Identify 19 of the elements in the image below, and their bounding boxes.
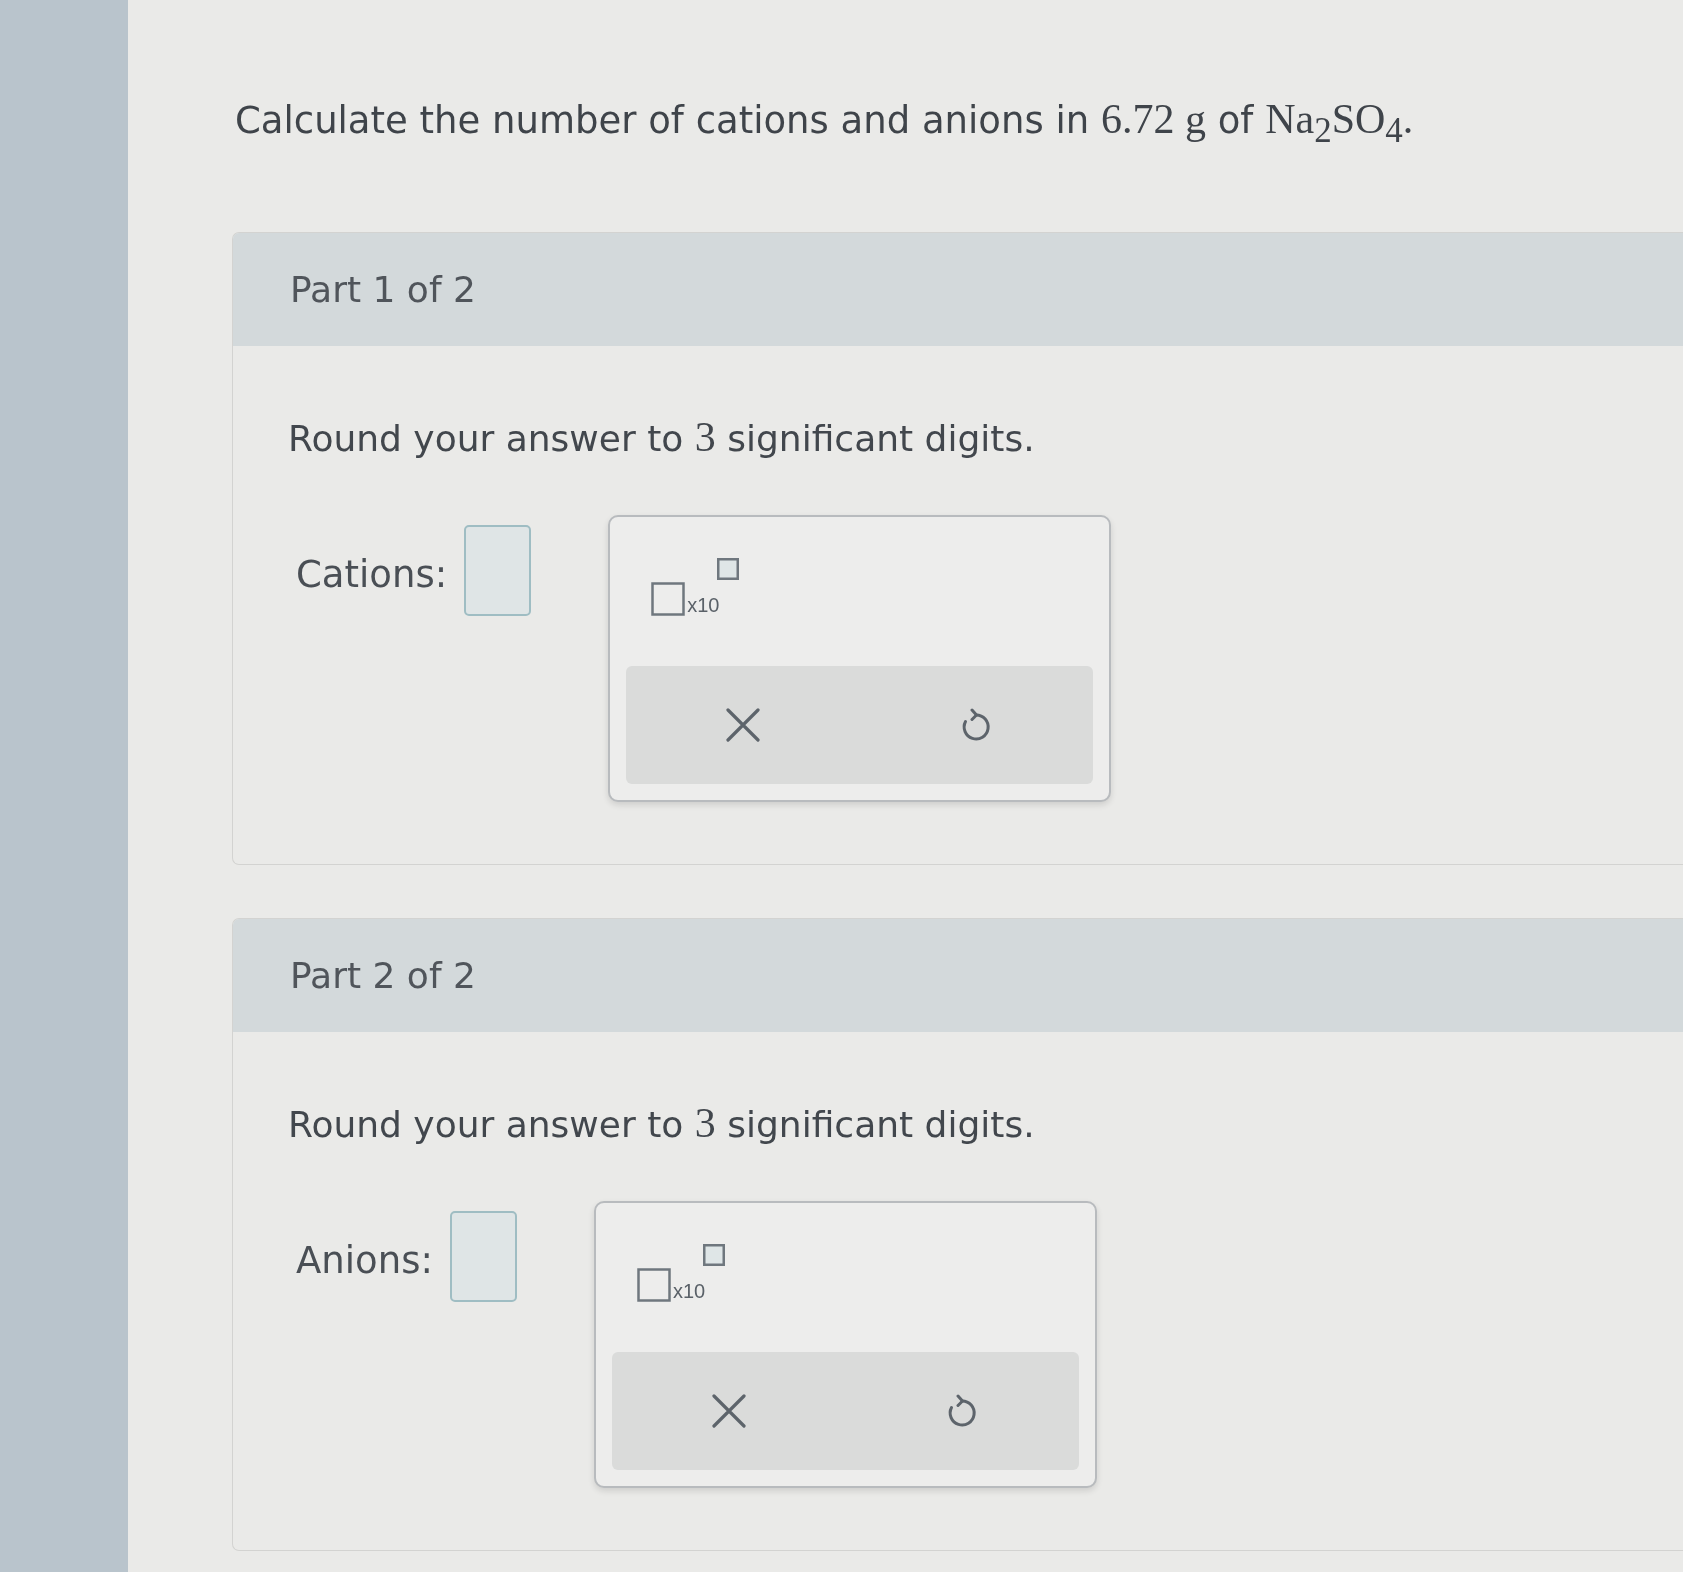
scientific-notation-button[interactable]: x10 bbox=[651, 558, 740, 617]
scientific-notation-button[interactable]: x10 bbox=[636, 1244, 726, 1303]
exponent-box-icon bbox=[703, 1244, 726, 1267]
instruction-text: Round your answer to 3 significant digits. bbox=[288, 1100, 1035, 1149]
question-text: Calculate the number of cations and anions in 6.72 g of Na$_{2}$SO$_{4}$. bbox=[235, 95, 1414, 153]
mantissa-box-icon bbox=[651, 582, 686, 617]
close-icon bbox=[711, 1394, 746, 1429]
answer-label: Cations: bbox=[296, 553, 448, 598]
instruction-text: Round your answer to 3 significant digits. bbox=[288, 414, 1035, 463]
answer-box[interactable] bbox=[464, 525, 532, 617]
exponent-box-icon bbox=[717, 558, 740, 581]
answer-label: Anions: bbox=[296, 1239, 433, 1284]
part-title: Part 2 of 2 bbox=[290, 955, 476, 997]
undo-icon bbox=[961, 708, 992, 743]
undo-icon bbox=[947, 1394, 978, 1429]
answer-box[interactable] bbox=[449, 1211, 517, 1303]
close-icon bbox=[725, 708, 760, 743]
mantissa-box-icon bbox=[636, 1268, 671, 1303]
part-title: Part 1 of 2 bbox=[290, 269, 476, 311]
